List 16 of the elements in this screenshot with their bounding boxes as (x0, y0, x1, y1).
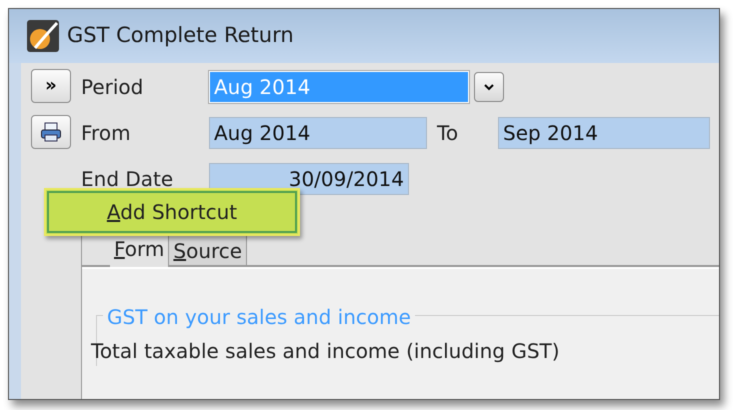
expand-button[interactable]: » (31, 69, 71, 103)
tab[interactable]: Source (168, 235, 248, 265)
dropdown-button[interactable] (474, 72, 504, 102)
field-label: Period (81, 74, 144, 101)
form-row-label: Total taxable sales and income (including GST) (91, 338, 561, 365)
print-button[interactable] (31, 115, 71, 149)
field-label: To (436, 120, 460, 147)
chevron-down-icon (483, 83, 495, 91)
app-logo-icon (27, 20, 59, 52)
from-field[interactable]: Aug 2014 (209, 117, 427, 149)
to-field[interactable]: Sep 2014 (498, 117, 710, 149)
add-shortcut-popup[interactable]: Add Shortcut (44, 188, 300, 236)
field-label: From (81, 120, 132, 147)
window-title: GST Complete Return (67, 22, 294, 50)
end-date-field[interactable]: 30/09/2014 (209, 163, 409, 195)
printer-icon (40, 121, 62, 143)
